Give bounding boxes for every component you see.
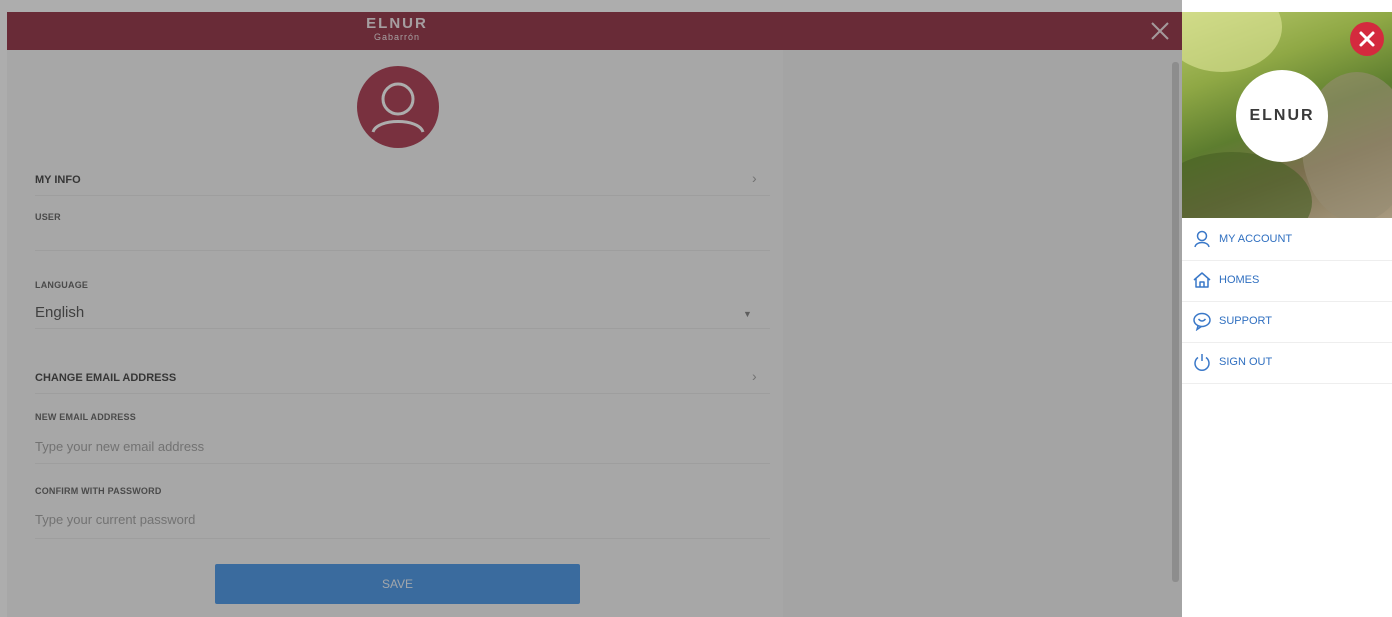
power-icon bbox=[1192, 352, 1212, 372]
chat-icon bbox=[1192, 311, 1212, 332]
menu-item-label: MY ACCOUNT bbox=[1219, 233, 1293, 245]
elnur-logo: ELNUR bbox=[1236, 70, 1328, 162]
menu-item-label: SUPPORT bbox=[1219, 315, 1272, 327]
menu-hero-image: ELNUR bbox=[1182, 12, 1392, 218]
modal-overlay[interactable] bbox=[0, 0, 1182, 617]
menu-item-sign-out[interactable]: SIGN OUT bbox=[1182, 343, 1392, 384]
menu-item-support[interactable]: SUPPORT bbox=[1182, 302, 1392, 343]
user-icon bbox=[1192, 229, 1212, 249]
menu-item-homes[interactable]: HOMES bbox=[1182, 261, 1392, 302]
menu-item-my-account[interactable]: MY ACCOUNT bbox=[1182, 220, 1392, 261]
side-menu: ELNUR MY ACCOUNT HOMES SUPPORT SIGN OUT bbox=[1182, 12, 1392, 617]
close-icon bbox=[1359, 31, 1375, 47]
hero-foliage-light bbox=[1182, 12, 1282, 72]
home-icon bbox=[1192, 270, 1212, 290]
hero-grass-shape bbox=[1182, 152, 1312, 218]
close-menu-button[interactable] bbox=[1350, 22, 1384, 56]
menu-item-label: SIGN OUT bbox=[1219, 356, 1273, 368]
menu-item-label: HOMES bbox=[1219, 274, 1260, 286]
